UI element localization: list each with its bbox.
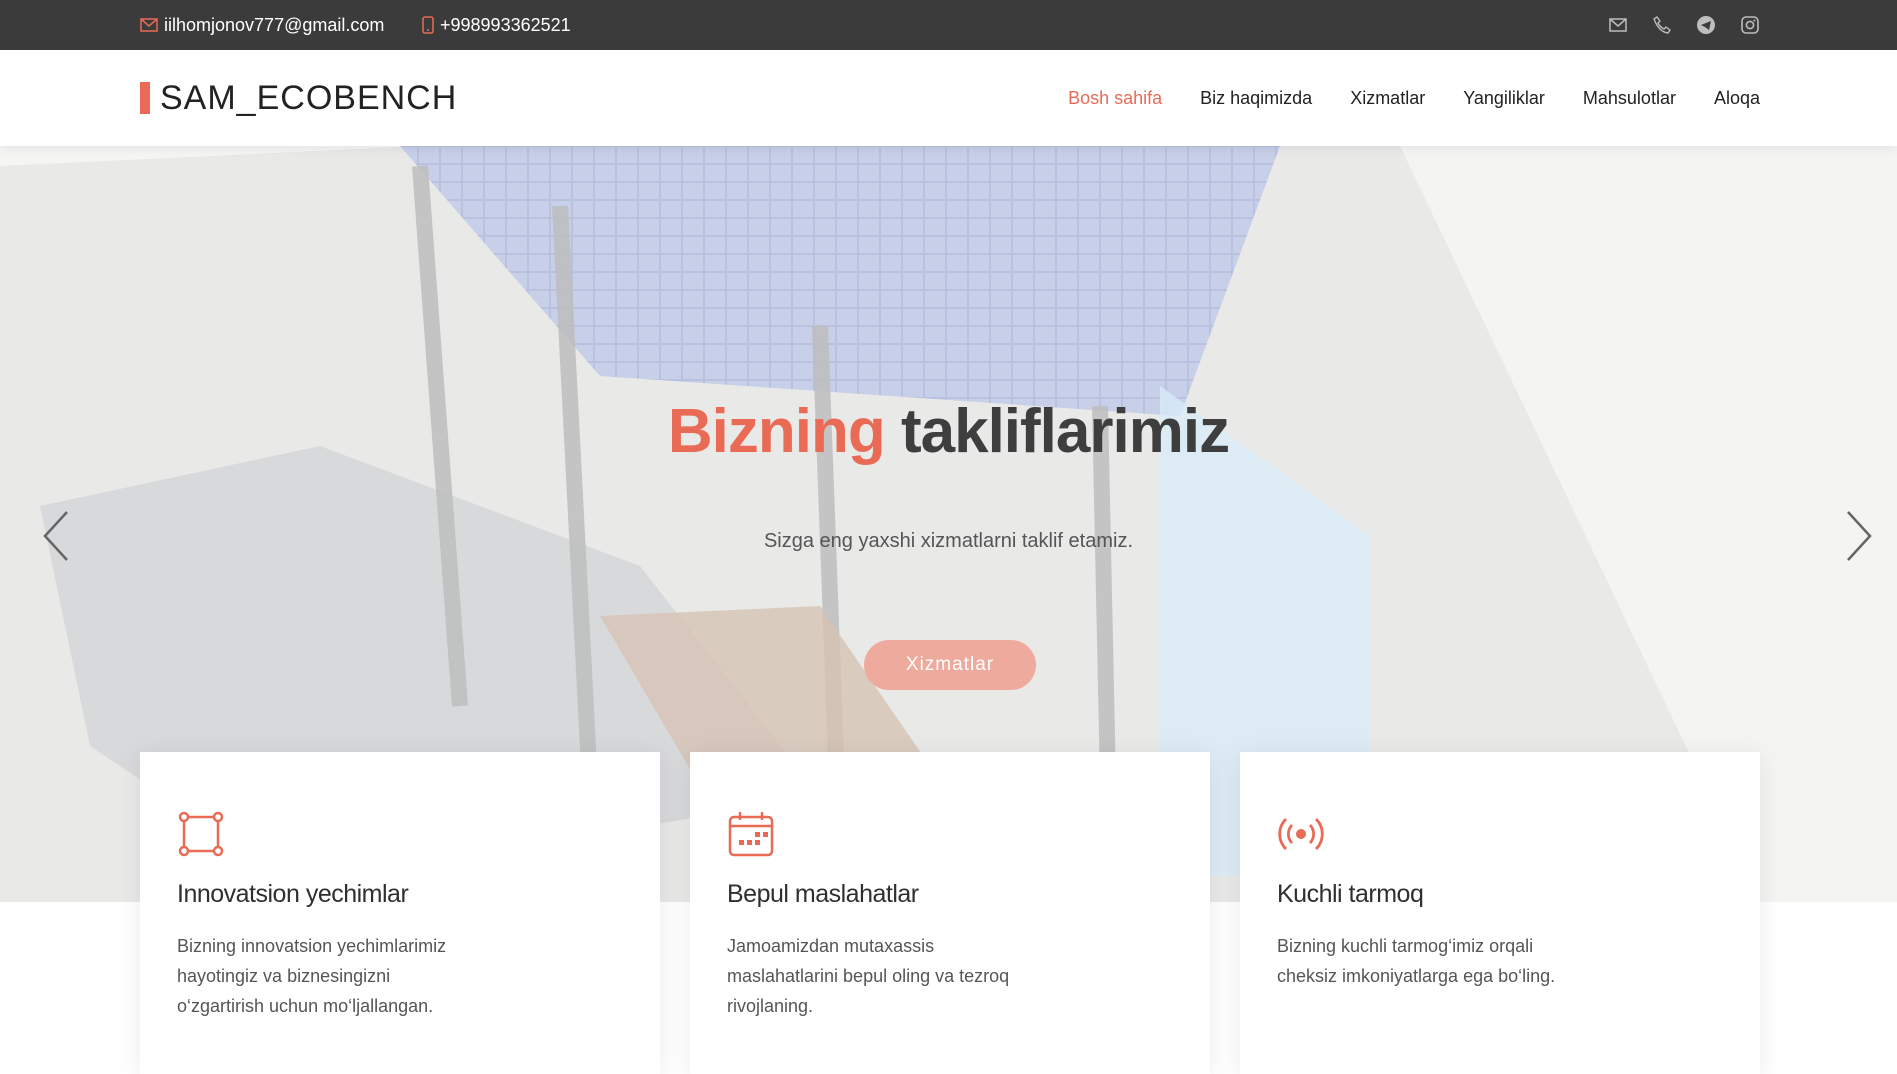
phone-link[interactable]: +998993362521 xyxy=(422,0,571,50)
hero-title: Bizning takliflarimiz xyxy=(0,396,1897,467)
instagram-icon[interactable] xyxy=(1740,15,1760,35)
hero-subtitle: Sizga eng yaxshi xizmatlarni taklif etam… xyxy=(763,530,1134,552)
telegram-icon[interactable] xyxy=(1696,15,1716,35)
main-nav: Bosh sahifa Biz haqimizda Xizmatlar Yang… xyxy=(1068,50,1760,146)
slider-next-button[interactable] xyxy=(1839,506,1879,566)
nav-item-home[interactable]: Bosh sahifa xyxy=(1068,88,1162,109)
mobile-phone-icon xyxy=(422,16,434,34)
feature-text: Bizning kuchli tarmog‘imiz orqali cheksi… xyxy=(1277,936,1556,986)
services-cta-button[interactable]: Xizmatlar xyxy=(864,640,1036,690)
feature-title: Kuchli tarmoq xyxy=(1277,880,1424,908)
feature-title: Bepul maslahatlar xyxy=(727,880,919,908)
nav-item-contact[interactable]: Aloqa xyxy=(1714,88,1760,109)
email-text: iilhomjonov777@gmail.com xyxy=(164,14,385,35)
email-link[interactable]: iilhomjonov777@gmail.com xyxy=(140,0,384,50)
feature-cards: Innovatsion yechimlar Bizning innovatsio… xyxy=(140,752,1760,1074)
social-links xyxy=(1608,0,1760,50)
logo-text: SAM_ECOBENCH xyxy=(160,78,458,117)
broadcast-icon xyxy=(1278,818,1324,850)
hero-title-accent: Bizning xyxy=(667,397,886,466)
feature-card[interactable]: Innovatsion yechimlar Bizning innovatsio… xyxy=(140,752,660,1074)
feature-card[interactable]: Bepul maslahatlar Jamoamizdan mutaxassis… xyxy=(690,752,1210,1074)
calendar-icon xyxy=(728,812,774,857)
nav-item-services[interactable]: Xizmatlar xyxy=(1350,88,1425,109)
envelope-icon[interactable] xyxy=(1608,15,1628,35)
logo-accent-bar xyxy=(140,82,150,114)
nav-item-about[interactable]: Biz haqimizda xyxy=(1200,88,1312,109)
chevron-left-icon xyxy=(43,511,68,561)
site-header: SAM_ECOBENCH Bosh sahifa Biz haqimizda X… xyxy=(0,50,1897,146)
feature-text: Jamoamizdan mutaxassis maslahatlarini be… xyxy=(727,936,1010,1016)
hero-title-rest: takliflarimiz xyxy=(900,397,1230,466)
phone-text: +998993362521 xyxy=(440,14,571,35)
feature-card[interactable]: Kuchli tarmoq Bizning kuchli tarmog‘imiz… xyxy=(1240,752,1760,1074)
envelope-icon xyxy=(140,18,158,32)
nav-item-news[interactable]: Yangiliklar xyxy=(1463,88,1545,109)
phone-icon[interactable] xyxy=(1652,15,1672,35)
feature-text: Bizning innovatsion yechimlarimiz hayoti… xyxy=(177,936,447,1016)
bounding-box-icon xyxy=(178,811,224,857)
site-logo[interactable]: SAM_ECOBENCH xyxy=(140,50,457,146)
feature-title: Innovatsion yechimlar xyxy=(177,880,409,908)
chevron-right-icon xyxy=(1847,511,1872,561)
slider-prev-button[interactable] xyxy=(36,506,76,566)
nav-item-products[interactable]: Mahsulotlar xyxy=(1583,88,1676,109)
top-bar: iilhomjonov777@gmail.com +998993362521 xyxy=(0,0,1897,50)
